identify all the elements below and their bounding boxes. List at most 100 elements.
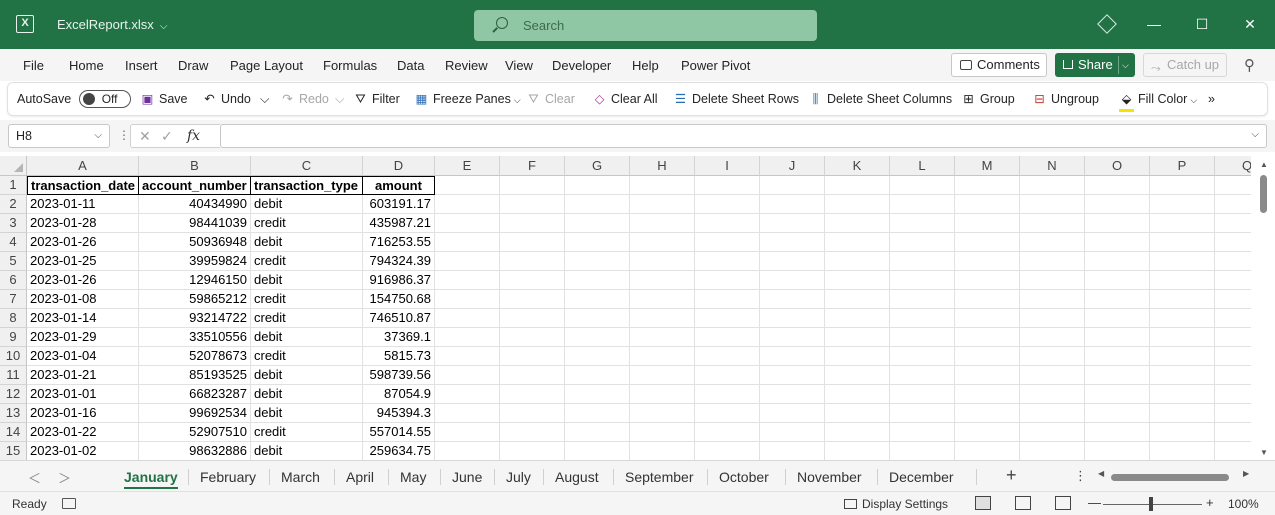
row-header[interactable]: 9 xyxy=(0,328,27,347)
table-cell[interactable]: debit xyxy=(251,233,363,252)
table-cell[interactable]: 2023-01-02 xyxy=(27,442,139,460)
table-cell[interactable] xyxy=(760,271,825,290)
column-header-a[interactable]: A xyxy=(27,156,139,176)
table-cell[interactable] xyxy=(565,195,630,214)
table-cell[interactable] xyxy=(825,328,890,347)
table-cell[interactable] xyxy=(760,252,825,271)
table-cell[interactable] xyxy=(825,404,890,423)
column-header-g[interactable]: G xyxy=(565,156,630,176)
table-cell[interactable] xyxy=(955,271,1020,290)
table-cell[interactable] xyxy=(1150,385,1215,404)
column-header-l[interactable]: L xyxy=(890,156,955,176)
table-cell[interactable]: 85193525 xyxy=(139,366,251,385)
header-cell[interactable] xyxy=(890,176,955,195)
table-cell[interactable] xyxy=(500,290,565,309)
table-cell[interactable] xyxy=(630,347,695,366)
table-cell[interactable]: 598739.56 xyxy=(363,366,435,385)
header-cell[interactable] xyxy=(1020,176,1085,195)
table-cell[interactable]: credit xyxy=(251,252,363,271)
sheet-tab-april[interactable]: April xyxy=(346,469,374,485)
autosave-toggle[interactable]: AutoSave Off xyxy=(17,83,131,115)
table-cell[interactable] xyxy=(1020,252,1085,271)
table-cell[interactable]: 59865212 xyxy=(139,290,251,309)
search-box[interactable]: Search xyxy=(474,10,817,41)
header-cell[interactable] xyxy=(695,176,760,195)
column-header-i[interactable]: I xyxy=(695,156,760,176)
table-cell[interactable] xyxy=(1215,366,1251,385)
table-cell[interactable] xyxy=(890,233,955,252)
select-all-corner[interactable] xyxy=(0,156,27,176)
table-cell[interactable] xyxy=(760,423,825,442)
table-cell[interactable] xyxy=(760,233,825,252)
table-cell[interactable] xyxy=(435,328,500,347)
header-cell[interactable] xyxy=(1215,176,1251,195)
table-cell[interactable] xyxy=(825,347,890,366)
table-cell[interactable] xyxy=(1215,385,1251,404)
table-cell[interactable] xyxy=(500,233,565,252)
sheet-tab-december[interactable]: December xyxy=(889,469,954,485)
table-cell[interactable] xyxy=(955,385,1020,404)
table-cell[interactable]: 52907510 xyxy=(139,423,251,442)
zoom-out-button[interactable]: — xyxy=(1088,495,1101,510)
table-cell[interactable]: 66823287 xyxy=(139,385,251,404)
table-cell[interactable] xyxy=(695,195,760,214)
table-cell[interactable] xyxy=(500,271,565,290)
normal-view-icon[interactable] xyxy=(975,496,991,510)
enter-icon[interactable]: ✓ xyxy=(161,128,173,145)
table-cell[interactable] xyxy=(1085,214,1150,233)
table-cell[interactable] xyxy=(1150,423,1215,442)
table-cell[interactable]: 5815.73 xyxy=(363,347,435,366)
table-cell[interactable] xyxy=(1150,442,1215,460)
table-cell[interactable] xyxy=(955,404,1020,423)
zoom-in-button[interactable]: + xyxy=(1206,495,1214,510)
table-cell[interactable] xyxy=(500,328,565,347)
table-cell[interactable] xyxy=(1085,309,1150,328)
table-cell[interactable]: debit xyxy=(251,385,363,404)
table-cell[interactable] xyxy=(890,347,955,366)
table-cell[interactable] xyxy=(565,347,630,366)
table-cell[interactable]: credit xyxy=(251,309,363,328)
table-cell[interactable]: debit xyxy=(251,404,363,423)
table-cell[interactable] xyxy=(565,385,630,404)
table-cell[interactable] xyxy=(760,404,825,423)
row-header[interactable]: 13 xyxy=(0,404,27,423)
column-header-j[interactable]: J xyxy=(760,156,825,176)
sheet-tab-may[interactable]: May xyxy=(400,469,426,485)
table-cell[interactable] xyxy=(695,385,760,404)
horizontal-scroll-thumb[interactable] xyxy=(1111,474,1229,481)
table-cell[interactable] xyxy=(435,271,500,290)
header-cell[interactable] xyxy=(760,176,825,195)
table-cell[interactable] xyxy=(435,290,500,309)
horizontal-scrollbar[interactable]: ◀ ▶ xyxy=(1098,467,1254,487)
display-settings-button[interactable]: Display Settings xyxy=(844,497,948,511)
freeze-panes-button[interactable]: ▦ Freeze Panes ⌵ xyxy=(414,83,521,115)
table-cell[interactable] xyxy=(630,404,695,423)
table-cell[interactable] xyxy=(1215,423,1251,442)
add-sheet-button[interactable]: + xyxy=(1006,465,1017,486)
expand-formula-bar-icon[interactable]: ⌵ xyxy=(1251,129,1259,140)
autosave-switch[interactable]: Off xyxy=(78,89,131,108)
table-cell[interactable] xyxy=(1085,271,1150,290)
sheet-tab-november[interactable]: November xyxy=(797,469,862,485)
table-cell[interactable] xyxy=(1085,423,1150,442)
table-cell[interactable] xyxy=(1020,233,1085,252)
table-cell[interactable] xyxy=(955,366,1020,385)
menu-data[interactable]: Data xyxy=(397,58,424,73)
table-cell[interactable] xyxy=(955,252,1020,271)
table-cell[interactable]: 2023-01-25 xyxy=(27,252,139,271)
sheet-tab-july[interactable]: July xyxy=(506,469,531,485)
table-cell[interactable]: 2023-01-21 xyxy=(27,366,139,385)
page-layout-view-icon[interactable] xyxy=(1015,496,1031,510)
vertical-scrollbar[interactable]: ▲ ▼ xyxy=(1252,156,1275,460)
table-cell[interactable] xyxy=(1150,328,1215,347)
sheet-tab-june[interactable]: June xyxy=(452,469,482,485)
table-cell[interactable] xyxy=(565,366,630,385)
table-cell[interactable] xyxy=(760,290,825,309)
table-cell[interactable] xyxy=(695,423,760,442)
sheet-options-icon[interactable]: ⋮ xyxy=(1074,468,1087,484)
table-cell[interactable] xyxy=(1020,328,1085,347)
table-cell[interactable] xyxy=(1020,195,1085,214)
table-cell[interactable] xyxy=(1020,290,1085,309)
menu-home[interactable]: Home xyxy=(69,58,104,73)
table-cell[interactable]: 603191.17 xyxy=(363,195,435,214)
